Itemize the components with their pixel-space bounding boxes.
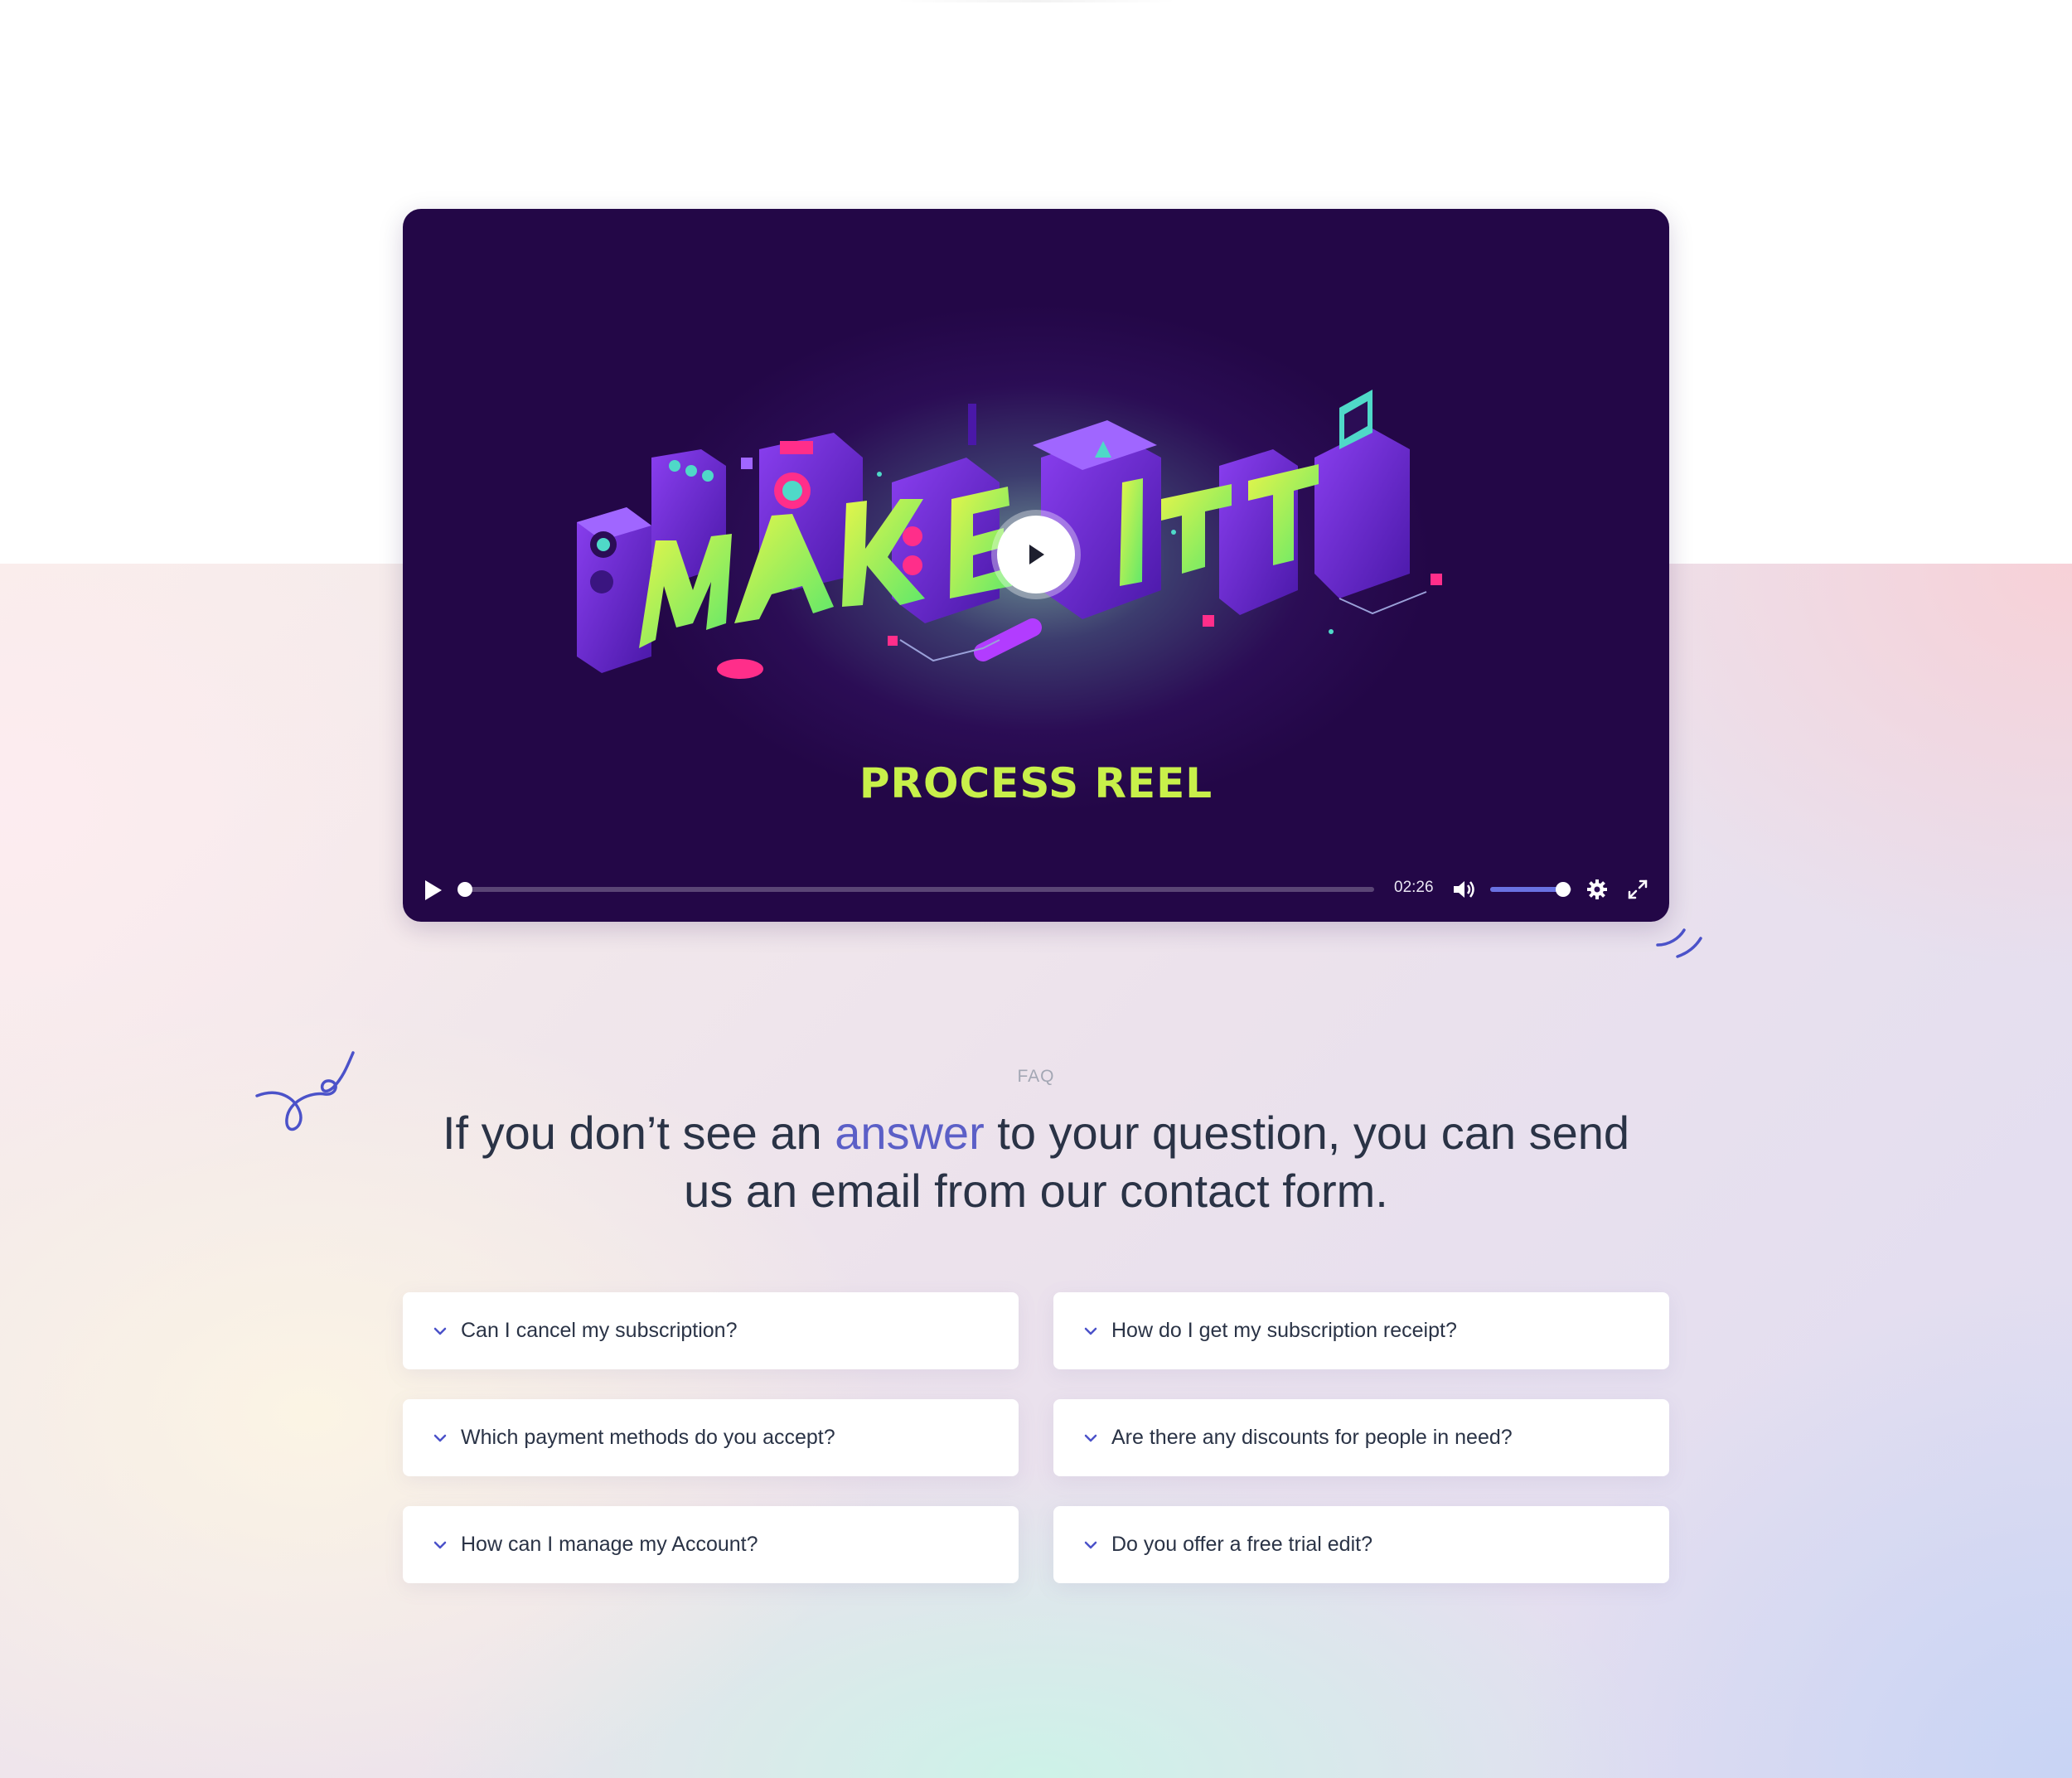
chevron-down-icon: [1084, 1541, 1097, 1548]
headline-accent: answer: [835, 1107, 985, 1159]
faq-headline: If you don’t see an answer to your quest…: [414, 1104, 1658, 1220]
squiggle-decoration: [255, 1051, 355, 1131]
progress-knob[interactable]: [457, 882, 472, 897]
faq-question: Are there any discounts for people in ne…: [1111, 1426, 1513, 1449]
faq-item[interactable]: How can I manage my Account?: [403, 1506, 1019, 1583]
faq-question: How do I get my subscription receipt?: [1111, 1319, 1457, 1342]
headline-text-1: If you don’t see an: [442, 1107, 835, 1159]
chevron-down-icon: [1084, 1434, 1097, 1441]
faq-eyebrow: FAQ: [1017, 1067, 1055, 1086]
current-time: 02:26: [1394, 879, 1434, 896]
fullscreen-icon[interactable]: [1627, 879, 1648, 900]
slash-decoration: [1656, 928, 1702, 958]
big-play-button[interactable]: [991, 510, 1081, 599]
chevron-down-icon: [433, 1541, 447, 1548]
video-player[interactable]: PROCESS REEL 02:26: [403, 209, 1669, 922]
chevron-down-icon: [433, 1434, 447, 1441]
control-play-icon[interactable]: [423, 879, 444, 902]
faq-question: How can I manage my Account?: [461, 1533, 758, 1556]
play-icon: [1029, 545, 1044, 564]
volume-icon[interactable]: [1452, 879, 1477, 900]
faq-item[interactable]: Do you offer a free trial edit?: [1053, 1506, 1669, 1583]
faq-item[interactable]: Can I cancel my subscription?: [403, 1292, 1019, 1369]
faq-question: Which payment methods do you accept?: [461, 1426, 835, 1449]
volume-fill: [1490, 887, 1564, 892]
settings-icon[interactable]: [1586, 879, 1608, 900]
faq-question: Can I cancel my subscription?: [461, 1319, 738, 1342]
faq-question: Do you offer a free trial edit?: [1111, 1533, 1372, 1556]
progress-track[interactable]: [462, 887, 1374, 892]
faq-item[interactable]: Are there any discounts for people in ne…: [1053, 1399, 1669, 1476]
chevron-down-icon: [433, 1327, 447, 1335]
top-divider: [895, 0, 1177, 2]
video-subtitle: PROCESS REEL: [859, 759, 1213, 807]
chevron-down-icon: [1084, 1327, 1097, 1335]
faq-item[interactable]: Which payment methods do you accept?: [403, 1399, 1019, 1476]
faq-item[interactable]: How do I get my subscription receipt?: [1053, 1292, 1669, 1369]
big-play-inner: [997, 516, 1075, 593]
